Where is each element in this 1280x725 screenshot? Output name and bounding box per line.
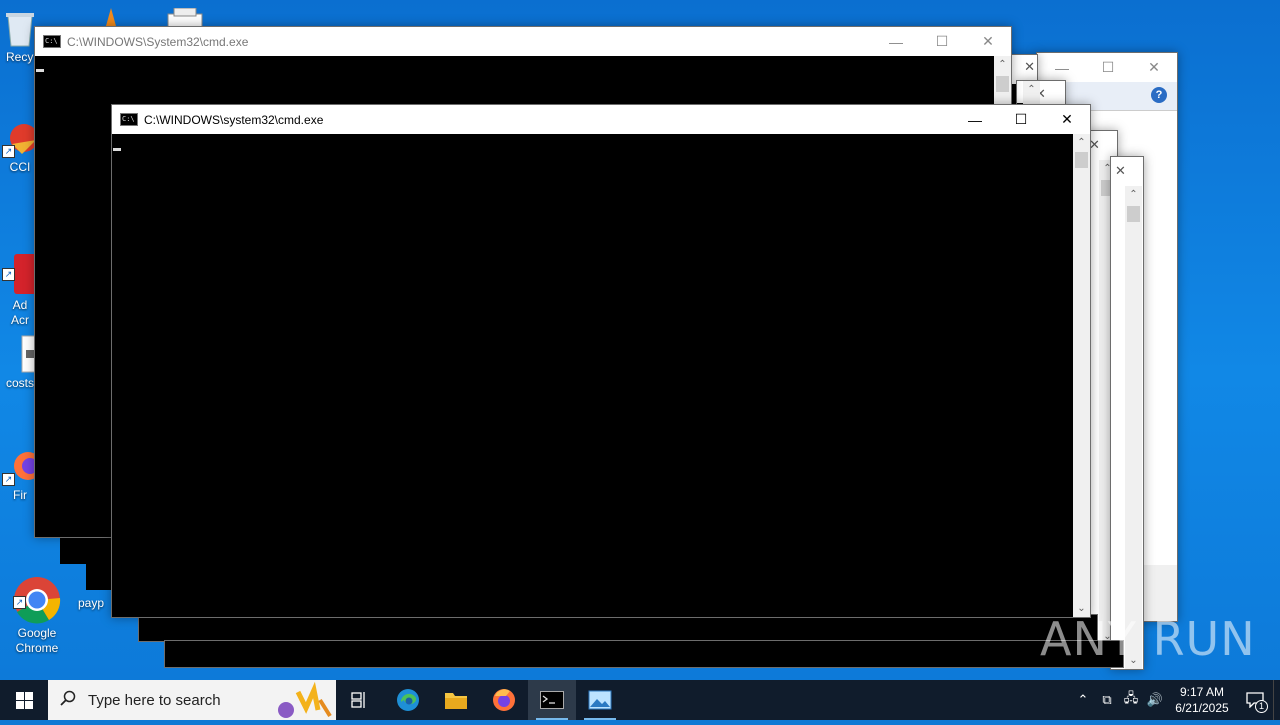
minimize-button[interactable]: —: [1039, 53, 1085, 82]
ccleaner-icon: ↗: [2, 118, 38, 158]
close-button[interactable]: ✕: [1044, 105, 1090, 134]
start-button[interactable]: [0, 680, 48, 720]
clock-date: 6/21/2025: [1175, 701, 1229, 715]
shortcut-arrow-icon: ↗: [2, 268, 15, 281]
task-view-button[interactable]: [336, 680, 384, 720]
scroll-up-arrow[interactable]: ⌃: [1073, 134, 1090, 151]
shortcut-arrow-icon: ↗: [2, 473, 15, 486]
maximize-button[interactable]: ☐: [919, 27, 965, 56]
windows-logo-icon: [15, 691, 33, 709]
vertical-scrollbar[interactable]: ⌃ ⌄: [1073, 134, 1090, 617]
search-box[interactable]: Type here to search: [48, 680, 336, 720]
search-icon: [60, 690, 76, 711]
close-button[interactable]: ✕: [1131, 53, 1177, 82]
clock-time: 9:17 AM: [1179, 685, 1225, 699]
close-button[interactable]: ✕: [965, 27, 1011, 56]
firefox-button[interactable]: [480, 680, 528, 720]
scroll-thumb[interactable]: [1075, 152, 1088, 168]
adobe-acrobat-icon: ↗: [2, 237, 38, 294]
maximize-button[interactable]: ☐: [998, 105, 1044, 134]
notification-center-button[interactable]: 1: [1237, 680, 1273, 720]
window-controls: — ☐ ✕: [1039, 53, 1177, 82]
show-hidden-icons-chevron-icon[interactable]: ⌃: [1071, 692, 1095, 708]
notification-count-badge: 1: [1255, 700, 1268, 713]
top-icon-partial: [104, 6, 118, 28]
recycle-bin-icon: [2, 8, 38, 48]
desktop-icon-label: payp: [77, 596, 105, 610]
window-title: C:\WINDOWS\system32\cmd.exe: [144, 112, 324, 127]
network-icon[interactable]: 🖧: [1119, 689, 1143, 711]
device-icon[interactable]: ⧉: [1095, 692, 1119, 708]
system-tray: ⌃ ⧉ 🖧 🔊 9:17 AM 6/21/2025 1: [1071, 680, 1280, 720]
desktop-icon-chrome[interactable]: ↗ Google Chrome: [2, 546, 72, 671]
folder-icon: [445, 693, 467, 709]
search-placeholder: Type here to search: [88, 691, 221, 709]
text-cursor: [36, 69, 44, 72]
file-explorer-button[interactable]: [432, 680, 480, 720]
cascaded-console-strip: [164, 640, 1124, 668]
vertical-scrollbar[interactable]: ⌃ ⌄: [1125, 186, 1142, 669]
top-icon-partial-printer: [166, 7, 204, 29]
firefox-desktop-icon: ↗: [2, 444, 42, 486]
console-area[interactable]: [112, 134, 1073, 617]
close-button[interactable]: ✕: [1115, 163, 1126, 179]
scroll-up-arrow[interactable]: ⌃: [1125, 186, 1142, 203]
show-desktop-button[interactable]: [1273, 680, 1280, 720]
desktop: Recy ↗ CCI ↗ Ad Acr costs ↗ Fir ↗ Google…: [0, 0, 1280, 680]
scroll-up-arrow[interactable]: ⌃: [994, 56, 1011, 73]
window-controls: — ☐ ✕: [952, 105, 1090, 134]
help-icon[interactable]: ?: [1151, 87, 1167, 103]
window-controls: — ☐ ✕: [873, 27, 1011, 56]
command-prompt-button[interactable]: [528, 680, 576, 720]
google-chrome-icon: ↗: [13, 561, 61, 624]
image-icon: [588, 690, 612, 710]
volume-icon[interactable]: 🔊: [1143, 692, 1167, 708]
scroll-thumb[interactable]: [996, 76, 1009, 92]
close-button[interactable]: ✕: [1024, 59, 1035, 75]
edge-button[interactable]: [384, 680, 432, 720]
shortcut-arrow-icon: ↗: [2, 145, 15, 158]
cascaded-console-strip: [138, 614, 1098, 642]
scroll-up-arrow[interactable]: ⌃: [1023, 81, 1040, 98]
image-viewer-button[interactable]: [576, 680, 624, 720]
cmd-icon: [43, 35, 61, 48]
window-title: C:\WINDOWS\System32\cmd.exe: [67, 34, 249, 49]
maximize-button[interactable]: ☐: [1085, 53, 1131, 82]
search-highlight-art-icon: [258, 680, 336, 720]
clock[interactable]: 9:17 AM 6/21/2025: [1167, 684, 1237, 716]
edge-icon: [397, 689, 419, 711]
task-view-icon: [351, 692, 365, 708]
cmd-window-front[interactable]: C:\WINDOWS\system32\cmd.exe — ☐ ✕ ⌃ ⌄: [111, 104, 1091, 618]
minimize-button[interactable]: —: [873, 27, 919, 56]
shortcut-arrow-icon: ↗: [13, 596, 26, 609]
anyrun-watermark: ANY RUN: [1040, 612, 1256, 666]
stacked-cmd-window-4[interactable]: ✕ ⌃ ⌄: [1110, 156, 1144, 670]
desktop-icon-label: Google Chrome: [15, 626, 59, 655]
minimize-button[interactable]: —: [952, 105, 998, 134]
costs-file-icon: [2, 334, 39, 374]
title-bar[interactable]: C:\WINDOWS\system32\cmd.exe — ☐ ✕: [112, 105, 1090, 134]
firefox-icon: [493, 689, 515, 711]
taskbar: Type here to search ⌃ ⧉ 🖧 🔊 9:17 AM 6/21…: [0, 680, 1280, 720]
title-bar[interactable]: C:\WINDOWS\System32\cmd.exe — ☐ ✕: [35, 27, 1011, 56]
cmd-icon: [120, 113, 138, 126]
cmd-icon: [540, 691, 564, 709]
scroll-thumb[interactable]: [1127, 206, 1140, 222]
text-cursor: [113, 148, 121, 151]
